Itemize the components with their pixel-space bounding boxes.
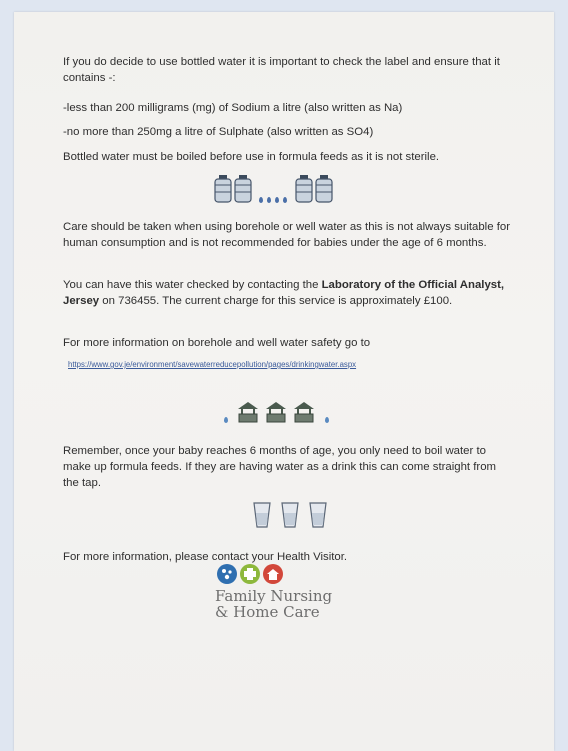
laboratory-contact-post: on 736455. The current charge for this s… (99, 295, 453, 307)
bottle-icon (315, 175, 333, 203)
bottle-icon (214, 175, 232, 203)
logo-line1: Family Nursing (215, 587, 333, 605)
glasses-illustration (248, 501, 332, 529)
laboratory-contact: You can have this water checked by conta… (63, 277, 513, 309)
water-drop-icon (275, 197, 280, 203)
glass-icon (281, 502, 299, 528)
bottles-illustration (213, 175, 334, 203)
well-icon (266, 402, 287, 423)
sulphate-requirement: -no more than 250mg a litre of Sulphate … (63, 126, 374, 138)
well-icon (294, 402, 315, 423)
water-drop-icon (224, 417, 228, 423)
sodium-requirement: -less than 200 milligrams (mg) of Sodium… (63, 102, 403, 114)
document-page (14, 12, 554, 751)
laboratory-contact-pre: You can have this water checked by conta… (63, 279, 322, 291)
water-drop-icon (267, 197, 272, 203)
bottled-water-intro: If you do decide to use bottled water it… (63, 56, 500, 84)
water-drop-icon (259, 197, 264, 203)
bottle-icon (295, 175, 313, 203)
health-visitor-contact: For more information, please contact you… (63, 551, 348, 563)
water-drop-icon (324, 417, 329, 423)
borehole-warning: Care should be taken when using borehole… (63, 221, 511, 249)
more-info-borehole: For more information on borehole and wel… (63, 337, 371, 349)
six-months-reminder: Remember, once your baby reaches 6 month… (63, 445, 497, 489)
glass-icon (253, 502, 271, 528)
glass-icon (309, 502, 327, 528)
water-drop-icon (283, 197, 288, 203)
wells-illustration (222, 401, 331, 423)
bottle-icon (234, 175, 252, 203)
logo-line2: & Home Care (215, 603, 320, 621)
boil-bottled-water-note: Bottled water must be boiled before use … (63, 151, 440, 163)
family-nursing-logo-icon (217, 564, 283, 584)
well-icon (238, 402, 259, 423)
family-nursing-logo-text: Family Nursing & Home Care (215, 588, 332, 620)
gov-je-drinking-water-link[interactable]: https://www.gov.je/environment/savewater… (68, 360, 528, 369)
